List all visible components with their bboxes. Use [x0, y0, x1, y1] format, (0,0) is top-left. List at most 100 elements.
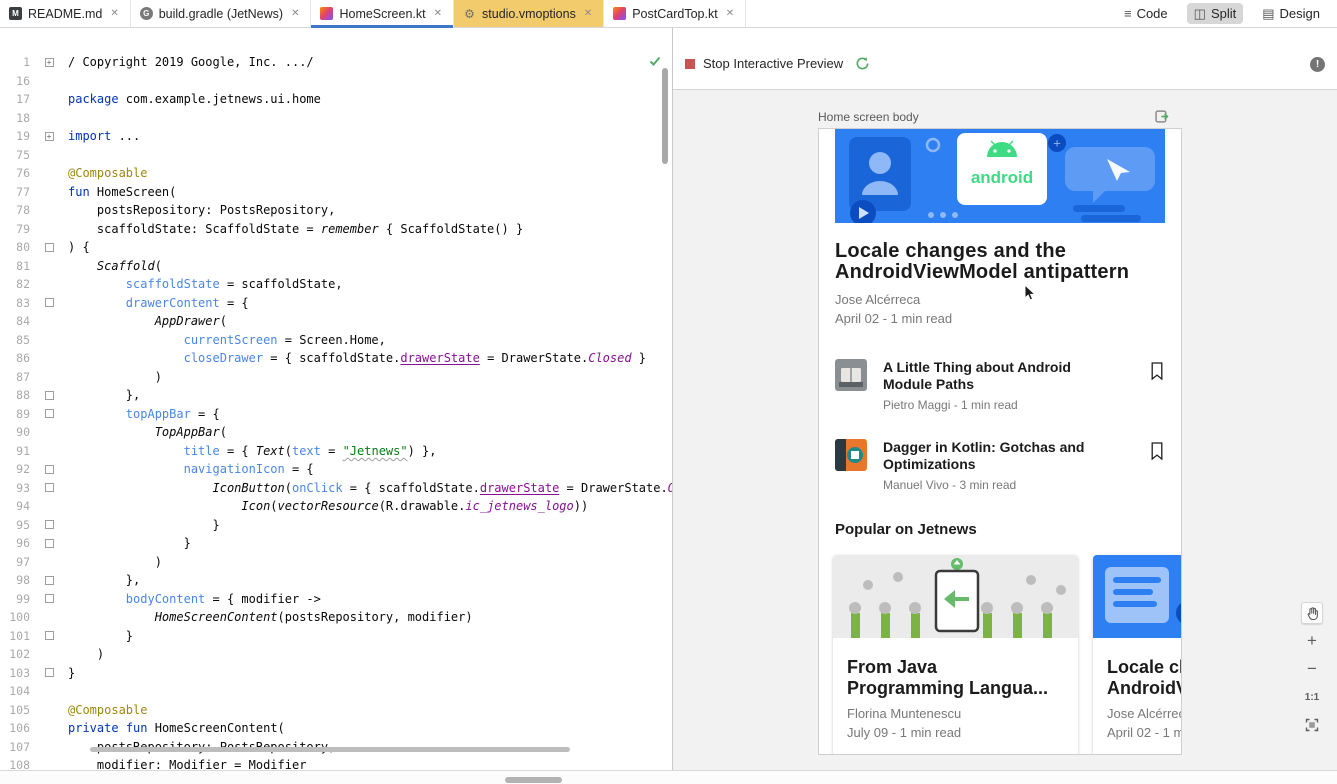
- code-text[interactable]: ) {: [58, 240, 90, 254]
- code-text[interactable]: closeDrawer = { scaffoldState.drawerStat…: [58, 351, 646, 365]
- line-number: 102: [0, 647, 40, 661]
- stop-icon: [685, 59, 695, 69]
- inspections-ok-icon[interactable]: [648, 54, 662, 68]
- code-text[interactable]: drawerContent = {: [58, 296, 249, 310]
- post-list-item[interactable]: Dagger in Kotlin: Gotchas and Optimizati…: [819, 426, 1181, 506]
- code-text[interactable]: ): [58, 647, 104, 661]
- fold-marker-icon[interactable]: [40, 631, 58, 640]
- code-text[interactable]: postsRepository: PostsRepository,: [58, 203, 335, 217]
- code-text[interactable]: import ...: [58, 129, 140, 143]
- bottom-scrollbar[interactable]: [505, 777, 562, 783]
- view-mode-design[interactable]: ▤ Design: [1255, 3, 1327, 24]
- post-card[interactable]: Locale changes and the AndroidViewModel …: [1093, 555, 1182, 755]
- post-title: Dagger in Kotlin: Gotchas and Optimizati…: [883, 439, 1125, 473]
- line-number: 86: [0, 351, 40, 365]
- fold-marker-icon[interactable]: [40, 520, 58, 529]
- post-header-image[interactable]: android +: [835, 129, 1165, 223]
- post-title[interactable]: Locale changes and the AndroidViewModel …: [835, 241, 1165, 283]
- fold-marker-icon[interactable]: [40, 465, 58, 474]
- line-number: 101: [0, 629, 40, 643]
- code-text[interactable]: currentScreen = Screen.Home,: [58, 333, 386, 347]
- fold-marker-icon[interactable]: [40, 668, 58, 677]
- fold-marker-icon[interactable]: [40, 298, 58, 307]
- card-author: Florina Muntenescu: [847, 706, 1064, 721]
- fold-marker-icon[interactable]: [40, 576, 58, 585]
- line-number: 96: [0, 536, 40, 550]
- tab-studio-vmoptions[interactable]: ⚙ studio.vmoptions ✕: [454, 0, 604, 27]
- code-text[interactable]: }: [58, 518, 220, 532]
- tab-homescreen-kt[interactable]: HomeScreen.kt ✕: [311, 0, 454, 27]
- zoom-out-button[interactable]: −: [1301, 658, 1323, 680]
- code-text[interactable]: },: [58, 573, 140, 587]
- code-line: 94 Icon(vectorResource(R.drawable.ic_jet…: [0, 497, 672, 516]
- pan-tool-button[interactable]: [1301, 602, 1323, 624]
- code-text[interactable]: TopAppBar(: [58, 425, 227, 439]
- code-text[interactable]: }: [58, 629, 133, 643]
- deploy-preview-icon[interactable]: [1155, 109, 1170, 124]
- code-text[interactable]: package com.example.jetnews.ui.home: [58, 92, 321, 106]
- code-text[interactable]: topAppBar = {: [58, 407, 220, 421]
- close-tab-icon[interactable]: ✕: [432, 7, 444, 20]
- code-text[interactable]: }: [58, 666, 75, 680]
- code-text[interactable]: IconButton(onClick = { scaffoldState.dra…: [58, 481, 672, 495]
- tab-build-gradle[interactable]: G build.gradle (JetNews) ✕: [131, 0, 312, 27]
- tab-postcardtop-kt[interactable]: PostCardTop.kt ✕: [604, 0, 746, 27]
- code-text[interactable]: },: [58, 388, 140, 402]
- zoom-one-to-one-button[interactable]: 1:1: [1301, 686, 1323, 708]
- zoom-to-fit-button[interactable]: [1301, 714, 1323, 736]
- zoom-in-button[interactable]: +: [1301, 630, 1323, 652]
- code-text[interactable]: scaffoldState = scaffoldState,: [58, 277, 343, 291]
- fold-marker-icon[interactable]: +: [40, 132, 58, 141]
- refresh-icon[interactable]: [855, 56, 870, 71]
- card-image: [833, 555, 1078, 638]
- code-text[interactable]: @Composable: [58, 166, 147, 180]
- design-surface[interactable]: Home screen body: [673, 90, 1337, 770]
- fold-marker-icon[interactable]: [40, 539, 58, 548]
- fold-marker-icon[interactable]: [40, 594, 58, 603]
- code-text[interactable]: Scaffold(: [58, 259, 162, 273]
- fold-marker-icon[interactable]: [40, 391, 58, 400]
- code-text[interactable]: bodyContent = { modifier ->: [58, 592, 321, 606]
- code-text[interactable]: / Copyright 2019 Google, Inc. .../: [58, 55, 314, 69]
- tab-label: PostCardTop.kt: [632, 7, 717, 21]
- code-text[interactable]: navigationIcon = {: [58, 462, 314, 476]
- code-text[interactable]: ): [58, 370, 162, 384]
- bookmark-icon[interactable]: [1149, 441, 1165, 461]
- stop-interactive-preview-button[interactable]: Stop Interactive Preview: [685, 56, 870, 71]
- code-text[interactable]: ): [58, 555, 162, 569]
- code-text[interactable]: HomeScreenContent(postsRepository, modif…: [58, 610, 473, 624]
- post-card[interactable]: From Java Programming Langua... Florina …: [833, 555, 1078, 755]
- fold-marker-icon[interactable]: +: [40, 58, 58, 67]
- code-line: 87 ): [0, 368, 672, 387]
- close-tab-icon[interactable]: ✕: [724, 7, 736, 20]
- code-text[interactable]: fun HomeScreen(: [58, 185, 176, 199]
- code-text[interactable]: @Composable: [58, 703, 147, 717]
- code-text[interactable]: AppDrawer(: [58, 314, 227, 328]
- close-tab-icon[interactable]: ✕: [108, 7, 120, 20]
- code-line: 75: [0, 146, 672, 165]
- code-text[interactable]: modifier: Modifier = Modifier: [58, 758, 306, 770]
- fold-marker-icon[interactable]: [40, 243, 58, 252]
- code-text[interactable]: }: [58, 536, 191, 550]
- settings-file-icon: ⚙: [463, 7, 476, 20]
- post-author: Jose Alcérreca: [835, 292, 1165, 307]
- fold-marker-icon[interactable]: [40, 483, 58, 492]
- code-text[interactable]: private fun HomeScreenContent(: [58, 721, 285, 735]
- fold-marker-icon[interactable]: [40, 409, 58, 418]
- view-mode-split[interactable]: ◫ Split: [1187, 3, 1244, 24]
- close-tab-icon[interactable]: ✕: [582, 7, 594, 20]
- close-tab-icon[interactable]: ✕: [289, 7, 301, 20]
- editor-horizontal-scrollbar[interactable]: [90, 747, 570, 752]
- tab-readme-md[interactable]: M README.md ✕: [0, 0, 131, 27]
- view-mode-code[interactable]: ≡ Code: [1117, 3, 1175, 24]
- code-text[interactable]: title = { Text(text = "Jetnews") },: [58, 444, 437, 458]
- code-text[interactable]: scaffoldState: ScaffoldState = remember …: [58, 222, 523, 236]
- bookmark-icon[interactable]: [1149, 361, 1165, 381]
- editor-vertical-scrollbar[interactable]: [662, 68, 668, 164]
- code-line: 90 TopAppBar(: [0, 423, 672, 442]
- post-list-item[interactable]: A Little Thing about Android Module Path…: [819, 346, 1181, 426]
- code-text[interactable]: Icon(vectorResource(R.drawable.ic_jetnew…: [58, 499, 588, 513]
- code-editor[interactable]: 1+/ Copyright 2019 Google, Inc. .../1617…: [0, 28, 672, 770]
- code-line: 104: [0, 682, 672, 701]
- issues-info-icon[interactable]: !: [1310, 57, 1325, 72]
